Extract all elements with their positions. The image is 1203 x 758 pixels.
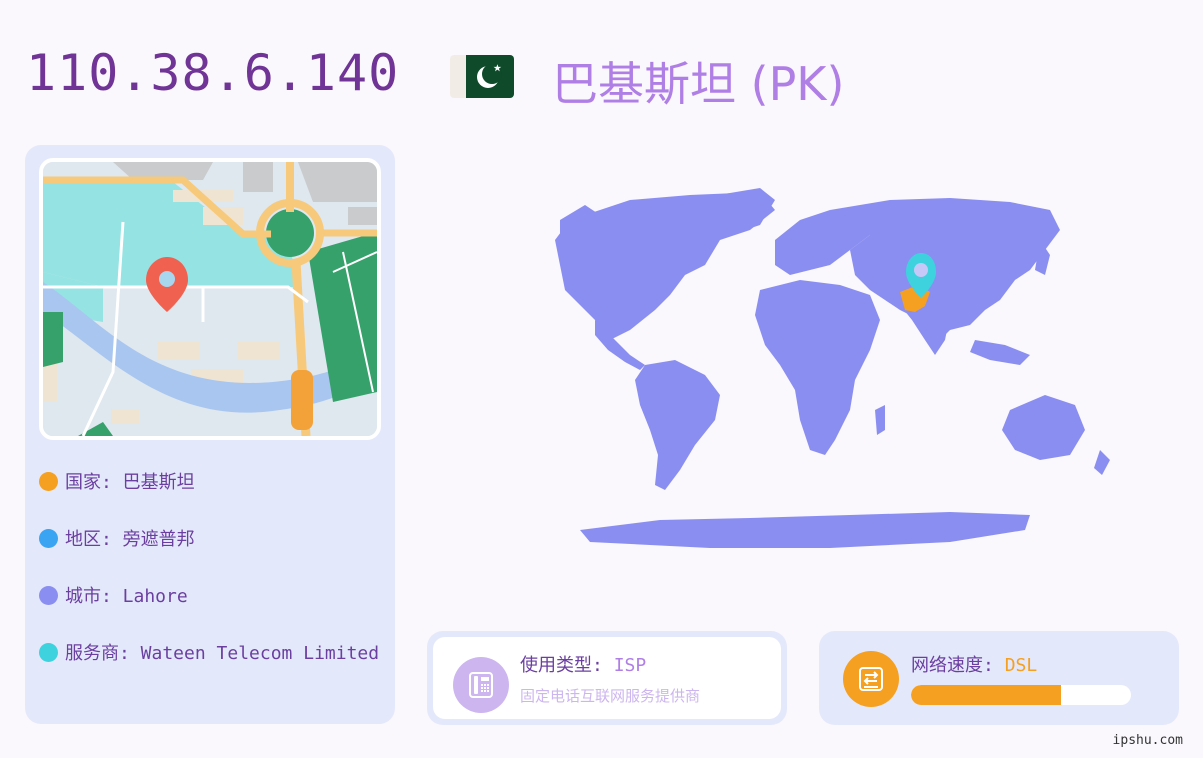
country-dot-icon — [39, 471, 58, 491]
network-drive-icon — [843, 651, 899, 707]
network-speed-value: DSL — [1004, 655, 1038, 676]
street-map — [39, 158, 381, 440]
speed-bar — [911, 685, 1131, 705]
region-label: 地区: 旁遮普邦 — [65, 529, 195, 550]
isp-dot-icon — [39, 642, 58, 662]
info-row-region: 地区: 旁遮普邦 — [39, 524, 379, 552]
usage-type-value: ISP — [613, 655, 647, 676]
usage-type-line: 使用类型: ISP — [520, 655, 647, 676]
network-speed-line: 网络速度: DSL — [911, 655, 1038, 676]
info-row-city: 城市: Lahore — [39, 581, 379, 609]
speed-bar-fill — [911, 685, 1061, 705]
country-title: 巴基斯坦 (PK) — [552, 57, 845, 111]
region-dot-icon — [39, 528, 58, 548]
city-dot-icon — [39, 585, 58, 605]
watermark: ipshu.com — [1112, 733, 1183, 748]
telephone-icon — [453, 657, 509, 713]
isp-label: 服务商: Wateen Telecom Limited — [65, 643, 380, 664]
ip-address: 110.38.6.140 — [26, 44, 400, 102]
country-label: 国家: 巴基斯坦 — [65, 472, 195, 493]
usage-type-desc: 固定电话互联网服务提供商 — [520, 687, 701, 705]
location-card: 国家: 巴基斯坦 地区: 旁遮普邦 城市: Lahore 服务商: Wateen… — [25, 145, 395, 724]
network-speed-card: 网络速度: DSL — [819, 631, 1179, 725]
city-label: 城市: Lahore — [65, 586, 188, 607]
network-speed-label: 网络速度 — [911, 655, 983, 676]
pakistan-flag-icon — [450, 55, 514, 98]
info-list: 国家: 巴基斯坦 地区: 旁遮普邦 城市: Lahore 服务商: Wateen… — [39, 467, 379, 695]
info-row-isp: 服务商: Wateen Telecom Limited — [39, 638, 379, 666]
world-map — [430, 180, 1160, 560]
usage-type-card: 使用类型: ISP 固定电话互联网服务提供商 — [427, 631, 787, 725]
usage-type-label: 使用类型 — [520, 655, 592, 676]
info-row-country: 国家: 巴基斯坦 — [39, 467, 379, 495]
